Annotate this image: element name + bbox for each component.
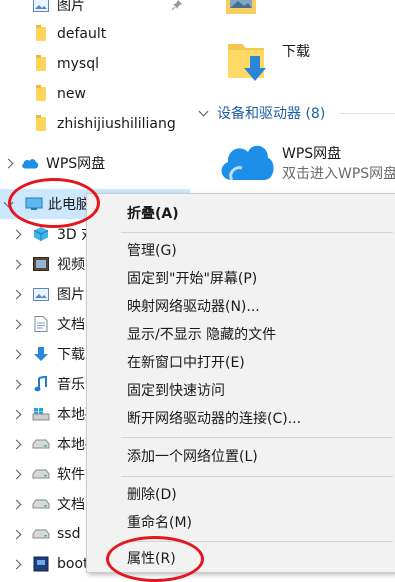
- downloads-folder-label: 下载: [282, 44, 310, 60]
- wps-drive-title: WPS网盘: [282, 146, 342, 162]
- menu-item-manage[interactable]: 管理(G): [87, 236, 395, 264]
- menu-item-toggle-hidden-files[interactable]: 显示/不显示 隐藏的文件: [87, 320, 395, 348]
- menu-item-label: 属性(R): [127, 551, 176, 567]
- folder-icon: [32, 115, 50, 133]
- expand-chevron-icon[interactable]: [10, 348, 22, 360]
- drive-icon: [32, 435, 50, 453]
- menu-item-map-network-drive[interactable]: 映射网络驱动器(N)...: [87, 292, 395, 320]
- nav-item-label: 软件: [57, 467, 85, 483]
- pictures-icon: [32, 0, 50, 14]
- nav-item-label: zhishijiushililiang: [57, 116, 176, 132]
- menu-item-label: 固定到"开始"屏幕(P): [127, 271, 258, 287]
- music-icon: [32, 375, 50, 393]
- expand-chevron-icon[interactable]: [10, 558, 22, 570]
- nav-item-label: 图片: [57, 287, 85, 303]
- menu-item-label: 映射网络驱动器(N)...: [127, 299, 260, 315]
- nav-item-label: 此电脑: [48, 197, 90, 213]
- collapse-chevron-icon[interactable]: [198, 106, 209, 117]
- menu-item-disconnect-network-drive[interactable]: 断开网络驱动器的连接(C)...: [87, 404, 395, 432]
- nav-item-label: 下载: [57, 347, 85, 363]
- pictures-icon: [32, 285, 50, 303]
- expand-chevron-icon[interactable]: [10, 378, 22, 390]
- nav-item-label: 文档: [57, 497, 85, 513]
- nav-item-label: WPS网盘: [46, 156, 106, 172]
- expand-chevron-icon[interactable]: [10, 468, 22, 480]
- menu-item-label: 显示/不显示 隐藏的文件: [127, 327, 277, 343]
- group-divider: [340, 113, 395, 114]
- menu-separator: [121, 476, 393, 477]
- nav-item-mysql[interactable]: mysql: [0, 49, 190, 79]
- menu-item-label: 添加一个网络位置(L): [127, 449, 258, 465]
- expand-chevron-icon[interactable]: [10, 288, 22, 300]
- expand-chevron-icon[interactable]: [10, 498, 22, 510]
- menu-item-label: 管理(G): [127, 243, 177, 259]
- menu-item-label: 折叠(A): [127, 206, 179, 222]
- menu-item-label: 固定到快速访问: [127, 383, 225, 399]
- expand-chevron-icon[interactable]: [10, 408, 22, 420]
- menu-item-label: 删除(D): [127, 487, 177, 503]
- menu-item-label: 重命名(M): [127, 515, 193, 531]
- windows-drive-icon: [32, 405, 50, 423]
- nav-item-label: 音乐: [57, 377, 85, 393]
- downloads-folder-icon[interactable]: [226, 38, 272, 84]
- menu-item-pin-quick-access[interactable]: 固定到快速访问: [87, 376, 395, 404]
- pictures-folder-tile-icon[interactable]: [226, 0, 256, 16]
- menu-item-open-new-window[interactable]: 在新窗口中打开(E): [87, 348, 395, 376]
- menu-item-rename[interactable]: 重命名(M): [87, 508, 395, 536]
- collapse-chevron-icon[interactable]: [2, 197, 14, 210]
- menu-item-pin-to-start[interactable]: 固定到"开始"屏幕(P): [87, 264, 395, 292]
- drive-icon: [32, 525, 50, 543]
- context-menu: 折叠(A) 管理(G) 固定到"开始"屏幕(P) 映射网络驱动器(N)... 显…: [86, 193, 395, 573]
- menu-separator: [121, 437, 393, 438]
- cloud-icon: [21, 154, 39, 172]
- documents-icon: [32, 315, 50, 333]
- wps-cloud-icon[interactable]: [218, 138, 276, 184]
- nav-item-label: 文档: [57, 317, 85, 333]
- menu-item-add-network-location[interactable]: 添加一个网络位置(L): [87, 442, 395, 470]
- nav-item-label: mysql: [57, 56, 99, 72]
- menu-item-label: 断开网络驱动器的连接(C)...: [127, 411, 302, 427]
- download-icon: [32, 345, 50, 363]
- folder-icon: [32, 25, 50, 43]
- nav-item-label: ssd: [57, 526, 81, 542]
- devices-group-label: 设备和驱动器 (8): [217, 106, 326, 122]
- nav-item-label: default: [57, 26, 107, 42]
- nav-item-new[interactable]: new: [0, 79, 190, 109]
- devices-group-header[interactable]: 设备和驱动器 (8): [198, 103, 326, 123]
- nav-item-default[interactable]: default: [0, 19, 190, 49]
- wps-drive-subtitle: 双击进入WPS网盘: [282, 166, 395, 182]
- expand-chevron-icon[interactable]: [10, 318, 22, 330]
- nav-item-zhishijiushililiang[interactable]: zhishijiushililiang: [0, 109, 190, 139]
- nav-item-wps-drive[interactable]: WPS网盘: [0, 148, 190, 178]
- expand-chevron-icon[interactable]: [10, 438, 22, 450]
- nav-item-label: 视频: [57, 257, 85, 273]
- menu-item-properties[interactable]: 属性(R): [87, 544, 395, 572]
- nav-item-label: boot: [57, 556, 89, 572]
- nav-item-label: new: [57, 86, 86, 102]
- pin-icon[interactable]: [168, 0, 186, 14]
- menu-separator: [121, 541, 393, 542]
- video-icon: [32, 255, 50, 273]
- 3d-objects-icon: [32, 225, 50, 243]
- computer-icon: [25, 195, 43, 213]
- drive-icon: [32, 495, 50, 513]
- menu-item-collapse[interactable]: 折叠(A): [87, 199, 395, 227]
- drive-icon: [32, 465, 50, 483]
- menu-separator: [121, 232, 393, 233]
- expand-chevron-icon[interactable]: [10, 528, 22, 540]
- nav-item-label: 图片: [57, 0, 85, 14]
- boot-drive-icon: [32, 555, 50, 573]
- menu-item-delete[interactable]: 删除(D): [87, 480, 395, 508]
- expand-chevron-icon[interactable]: [10, 228, 22, 240]
- expand-chevron-icon[interactable]: [10, 258, 22, 270]
- menu-item-label: 在新窗口中打开(E): [127, 355, 245, 371]
- folder-icon: [32, 55, 50, 73]
- folder-icon: [32, 85, 50, 103]
- expand-chevron-icon[interactable]: [2, 157, 14, 169]
- nav-item-quick-pictures[interactable]: 图片: [0, 0, 190, 20]
